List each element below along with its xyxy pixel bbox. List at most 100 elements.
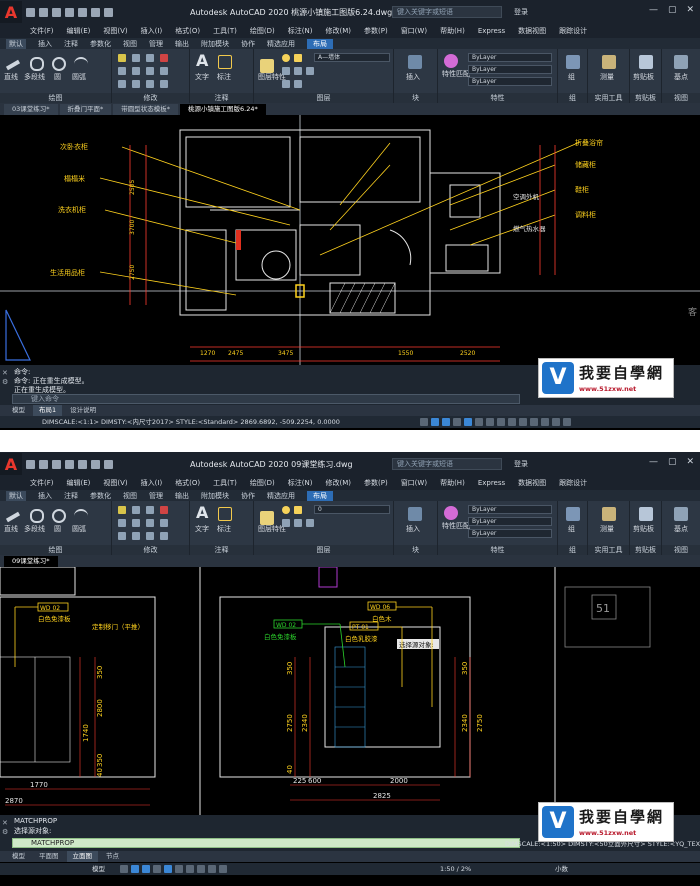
layer-iso-icon[interactable] [282,67,290,75]
tab-insert[interactable]: 插入 [38,491,52,501]
tab-layout[interactable]: 布局 [307,490,333,501]
layer-iso-icon[interactable] [282,519,290,527]
polyline-icon[interactable] [30,57,44,71]
tab-collaborate[interactable]: 协作 [241,39,255,49]
tab-addins[interactable]: 附加模块 [201,39,229,49]
close-button[interactable]: ✕ [686,457,694,467]
scale-icon[interactable] [132,532,140,540]
snap-toggle-icon[interactable] [131,865,139,873]
save-as-icon[interactable] [65,7,74,17]
measure-icon[interactable] [602,507,616,521]
move-icon[interactable] [118,54,126,62]
menu-draw[interactable]: 绘图(D) [250,26,275,36]
layer-dropdown[interactable]: A—墙体 [314,53,390,62]
workspace-icon[interactable] [519,418,527,426]
tab-collaborate[interactable]: 协作 [241,491,255,501]
customize-icon[interactable] [563,418,571,426]
menu-trace[interactable]: 跟踪设计 [559,26,587,36]
group-icon[interactable] [566,55,580,69]
layout-tab-detail[interactable]: 节点 [100,851,125,862]
tab-default[interactable]: 默认 [6,38,26,49]
autocad-logo[interactable]: A [0,1,22,23]
doc-tab-active[interactable]: 桃源小镇施工图版6.24* [180,104,266,115]
tab-annotate[interactable]: 注释 [64,491,78,501]
save-icon[interactable] [52,7,61,17]
layer-freeze-icon[interactable] [294,506,302,514]
stretch-icon[interactable] [118,80,126,88]
dimension-icon[interactable] [218,507,232,521]
fullscreen-icon[interactable] [552,418,560,426]
lineweight-dropdown[interactable]: ByLayer [468,529,552,538]
tab-view[interactable]: 视图 [123,39,137,49]
osnap-toggle-icon[interactable] [464,418,472,426]
doc-tab[interactable]: 03课堂练习* [4,104,58,115]
command-window-controls[interactable]: ✕ ⚙ [2,819,10,837]
arc-icon[interactable] [74,509,88,523]
autocad-logo[interactable]: A [0,453,22,475]
color-dropdown[interactable]: ByLayer [468,53,552,62]
menu-dimension[interactable]: 标注(N) [288,26,313,36]
basepoint-icon[interactable] [674,55,688,69]
new-icon[interactable] [26,7,35,17]
sign-in-link[interactable]: 登录 [514,459,528,469]
menu-edit[interactable]: 编辑(E) [67,26,91,36]
text-icon[interactable]: A [196,505,210,521]
erase-icon[interactable] [160,506,168,514]
selection-cycle-icon[interactable] [497,418,505,426]
menu-param[interactable]: 参数(P) [364,478,388,488]
trim-icon[interactable] [146,54,154,62]
menu-window[interactable]: 窗口(W) [401,26,427,36]
mirror-icon[interactable] [132,519,140,527]
layout-tab-plan[interactable]: 平面图 [33,851,65,862]
drawing-canvas[interactable]: 次卧衣柜 榻榻米 洗衣机柜 生活用品柜 折叠浴帘 储藏柜 鞋柜 调料柜 空调外机… [0,115,700,365]
tab-parametric[interactable]: 参数化 [90,39,111,49]
open-icon[interactable] [39,7,48,17]
layer-unlock-icon[interactable] [294,67,302,75]
search-input[interactable]: 键入关键字或短语 [392,6,502,18]
tab-default[interactable]: 默认 [6,490,26,501]
menu-tools[interactable]: 工具(T) [213,478,237,488]
maximize-button[interactable]: ▢ [668,5,677,15]
grid-toggle-icon[interactable] [120,865,128,873]
menu-file[interactable]: 文件(F) [30,26,54,36]
menu-format[interactable]: 格式(O) [175,478,200,488]
layer-match-icon[interactable] [306,519,314,527]
dynamic-ucs-icon[interactable] [208,865,216,873]
menu-draw[interactable]: 绘图(D) [250,478,275,488]
transparency-toggle-icon[interactable] [486,418,494,426]
layout-tab-model[interactable]: 模型 [6,405,31,416]
dimension-icon[interactable] [218,55,232,69]
explode-icon[interactable] [160,67,168,75]
menu-view[interactable]: 视图(V) [103,478,127,488]
circle-icon[interactable] [52,509,66,523]
doc-tab[interactable]: 折叠门平面* [59,104,112,115]
move-icon[interactable] [118,506,126,514]
undo-icon[interactable] [91,7,100,17]
array-icon[interactable] [146,80,154,88]
tab-annotate[interactable]: 注释 [64,39,78,49]
zoom-scale[interactable]: 1:50 / 2% [440,863,471,875]
layout-tab-layout1[interactable]: 布局1 [33,405,63,416]
gizmo-icon[interactable] [219,865,227,873]
tab-addins[interactable]: 附加模块 [201,491,229,501]
layer-properties-icon[interactable] [260,59,274,73]
tab-parametric[interactable]: 参数化 [90,491,111,501]
layout-tab-model[interactable]: 模型 [6,851,31,862]
doc-tab-active[interactable]: 09课堂练习* [4,556,58,567]
print-icon[interactable] [78,7,87,17]
maximize-button[interactable]: ▢ [668,457,677,467]
annotation-scale-icon[interactable] [508,418,516,426]
menu-insert[interactable]: 插入(I) [141,478,163,488]
menu-dataview[interactable]: 数据视图 [518,478,546,488]
copy-icon[interactable] [118,67,126,75]
ortho-toggle-icon[interactable] [142,865,150,873]
linetype-dropdown[interactable]: ByLayer [468,65,552,74]
redo-icon[interactable] [104,459,113,469]
text-icon[interactable]: A [196,53,210,69]
insert-block-icon[interactable] [408,507,422,521]
tab-view[interactable]: 视图 [123,491,137,501]
tab-manage[interactable]: 管理 [149,491,163,501]
minimize-button[interactable]: — [649,457,658,467]
drawing-canvas[interactable]: 51 WD 02 白色免漆板 定制移门（平推） WD 02 白色免漆板 WD 0… [0,567,700,815]
sign-in-link[interactable]: 登录 [514,7,528,17]
